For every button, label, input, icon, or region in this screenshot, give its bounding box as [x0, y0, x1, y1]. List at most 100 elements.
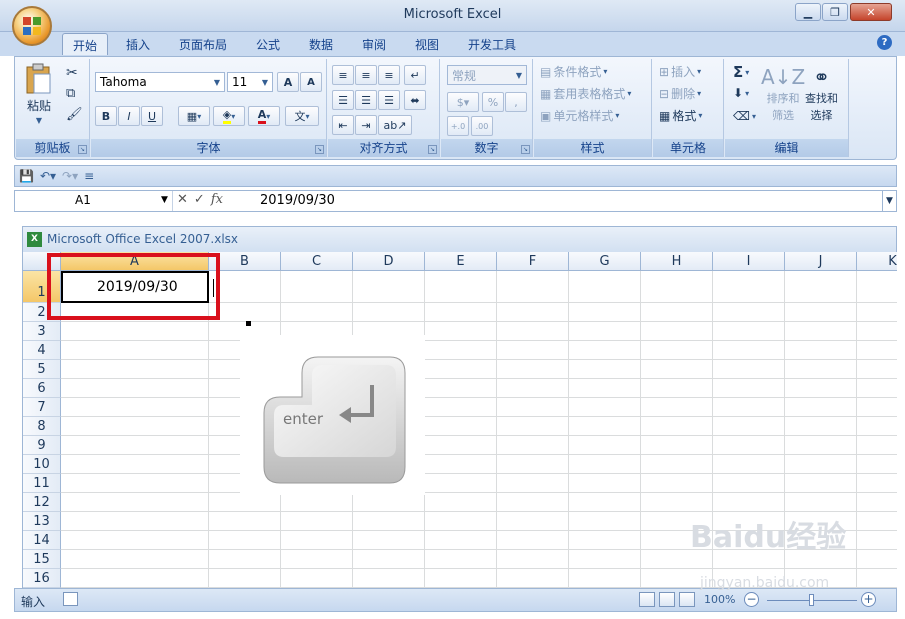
zoom-level[interactable]: 100% — [704, 593, 735, 606]
row-header-11[interactable]: 11 — [23, 474, 61, 493]
row-header-7[interactable]: 7 — [23, 398, 61, 417]
row-header-6[interactable]: 6 — [23, 379, 61, 398]
number-launcher-icon[interactable]: ↘ — [521, 145, 530, 154]
name-box[interactable]: A1 — [15, 191, 173, 211]
align-right-icon[interactable]: ☰ — [378, 90, 400, 110]
delete-cells-button[interactable]: ⊟ 删除 ▾ — [659, 85, 701, 102]
fill-handle[interactable] — [246, 321, 251, 326]
merge-center-icon[interactable]: ⬌ — [404, 90, 426, 110]
increase-indent-icon[interactable]: ⇥ — [355, 115, 377, 135]
close-button[interactable]: ✕ — [850, 3, 892, 21]
paste-button[interactable]: 粘贴 ▼ — [24, 63, 54, 125]
currency-icon[interactable]: $▾ — [447, 92, 479, 112]
zoom-slider-thumb[interactable] — [809, 594, 814, 606]
name-box-dropdown-icon[interactable]: ▼ — [161, 195, 168, 205]
clipboard-launcher-icon[interactable]: ↘ — [78, 145, 87, 154]
tab-developer[interactable]: 开发工具 — [458, 33, 526, 55]
conditional-format-button[interactable]: ▤ 条件格式 ▾ — [540, 63, 607, 80]
help-icon[interactable]: ? — [877, 35, 892, 50]
enter-entry-icon[interactable]: ✓ — [194, 192, 205, 207]
fill-icon[interactable]: ⬇ ▾ — [733, 86, 749, 100]
column-header-k[interactable]: K — [857, 252, 897, 271]
underline-button[interactable]: U — [141, 106, 163, 126]
customize-qat-icon[interactable]: ≡ — [84, 169, 94, 183]
fill-color-button[interactable]: ◈ ▾ — [213, 106, 245, 126]
column-header-d[interactable]: D — [353, 252, 425, 271]
cancel-entry-icon[interactable]: ✕ — [177, 192, 188, 207]
column-header-g[interactable]: G — [569, 252, 641, 271]
clear-icon[interactable]: ⌫ ▾ — [733, 109, 756, 123]
column-header-f[interactable]: F — [497, 252, 569, 271]
save-icon[interactable]: 💾 — [19, 169, 34, 183]
phonetic-button[interactable]: 文 ▾ — [285, 106, 319, 126]
copy-icon[interactable]: ⧉ — [66, 86, 75, 101]
column-header-j[interactable]: J — [785, 252, 857, 271]
find-select-button[interactable]: ⚭ 查找和 选择 — [805, 65, 838, 123]
row-header-5[interactable]: 5 — [23, 360, 61, 379]
tab-view[interactable]: 视图 — [405, 33, 449, 55]
shrink-font-button[interactable]: A — [300, 72, 322, 92]
cell-styles-button[interactable]: ▣ 单元格样式 ▾ — [540, 107, 619, 124]
borders-button[interactable]: ▦ ▾ — [178, 106, 210, 126]
row-header-8[interactable]: 8 — [23, 417, 61, 436]
align-middle-icon[interactable]: ≡ — [355, 65, 377, 85]
align-left-icon[interactable]: ☰ — [332, 90, 354, 110]
expand-formula-icon[interactable]: ▼ — [882, 191, 896, 211]
align-center-icon[interactable]: ☰ — [355, 90, 377, 110]
number-format-combo[interactable]: 常规 ▼ — [447, 65, 527, 85]
zoom-out-icon[interactable]: − — [744, 592, 759, 607]
font-launcher-icon[interactable]: ↘ — [315, 145, 324, 154]
row-header-9[interactable]: 9 — [23, 436, 61, 455]
percent-button[interactable]: % — [482, 92, 504, 112]
row-header-4[interactable]: 4 — [23, 341, 61, 360]
font-color-button[interactable]: A ▾ — [248, 106, 280, 126]
align-top-icon[interactable]: ≡ — [332, 65, 354, 85]
row-header-13[interactable]: 13 — [23, 512, 61, 531]
grow-font-button[interactable]: A — [277, 72, 299, 92]
font-name-combo[interactable]: Tahoma ▼ — [95, 72, 225, 92]
format-as-table-button[interactable]: ▦ 套用表格格式 ▾ — [540, 85, 631, 102]
restore-button[interactable]: ❐ — [822, 3, 848, 21]
row-header-15[interactable]: 15 — [23, 550, 61, 569]
insert-function-button[interactable]: fx — [211, 192, 223, 207]
tab-insert[interactable]: 插入 — [116, 33, 160, 55]
minimize-button[interactable]: ▁ — [795, 3, 821, 21]
autosum-button[interactable]: Σ ▾ — [733, 63, 749, 81]
align-bottom-icon[interactable]: ≡ — [378, 65, 400, 85]
normal-view-icon[interactable] — [639, 592, 655, 607]
row-header-3[interactable]: 3 — [23, 322, 61, 341]
font-size-combo[interactable]: 11 ▼ — [227, 72, 273, 92]
tab-review[interactable]: 审阅 — [352, 33, 396, 55]
row-header-16[interactable]: 16 — [23, 569, 61, 588]
page-break-view-icon[interactable] — [679, 592, 695, 607]
decrease-decimal-icon[interactable]: .00 — [471, 116, 493, 136]
wrap-text-icon[interactable]: ↵ — [404, 65, 426, 85]
column-header-i[interactable]: I — [713, 252, 785, 271]
row-header-14[interactable]: 14 — [23, 531, 61, 550]
formula-input[interactable]: 2019/09/30 — [260, 193, 335, 208]
sort-filter-button[interactable]: A↓Z 排序和 筛选 — [761, 65, 805, 123]
undo-icon[interactable]: ↶▾ — [40, 169, 56, 183]
bold-button[interactable]: B — [95, 106, 117, 126]
comma-icon[interactable]: , — [505, 92, 527, 112]
cut-icon[interactable]: ✂ — [66, 65, 78, 81]
column-header-c[interactable]: C — [281, 252, 353, 271]
increase-decimal-icon[interactable]: +.0 — [447, 116, 469, 136]
macro-record-icon[interactable] — [63, 592, 78, 606]
column-header-e[interactable]: E — [425, 252, 497, 271]
orientation-icon[interactable]: ab↗ — [378, 115, 412, 135]
tab-formulas[interactable]: 公式 — [246, 33, 290, 55]
format-painter-icon[interactable]: 🖌 — [66, 107, 83, 122]
alignment-launcher-icon[interactable]: ↘ — [428, 145, 437, 154]
row-header-12[interactable]: 12 — [23, 493, 61, 512]
page-layout-view-icon[interactable] — [659, 592, 675, 607]
office-button[interactable] — [12, 6, 52, 46]
decrease-indent-icon[interactable]: ⇤ — [332, 115, 354, 135]
zoom-in-icon[interactable]: + — [861, 592, 876, 607]
italic-button[interactable]: I — [118, 106, 140, 126]
row-header-10[interactable]: 10 — [23, 455, 61, 474]
format-cells-button[interactable]: ▦ 格式 ▾ — [659, 107, 702, 124]
tab-home[interactable]: 开始 — [62, 33, 109, 55]
column-header-h[interactable]: H — [641, 252, 713, 271]
insert-cells-button[interactable]: ⊞ 插入 ▾ — [659, 63, 701, 80]
